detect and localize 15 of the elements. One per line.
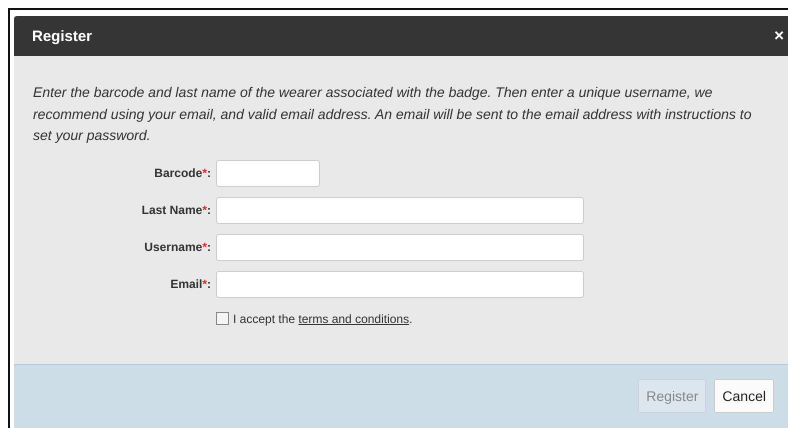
field-label: Barcode*: [153,166,211,180]
terms-link[interactable]: terms and conditions [298,312,410,326]
field-label: Last Name*: [140,203,211,217]
field-label: Email*: [169,277,211,291]
input-field[interactable] [216,160,320,186]
input-field[interactable] [216,234,584,260]
cancel-button[interactable]: Cancel [714,379,774,413]
input-field[interactable] [216,196,584,224]
instructions-text: Enter the barcode and last name of the wearer associated with the badge. Then enter a unique username, we recommend using your email, and valid email address. An email will be sent to the email address with instructions to set your password. [33,83,752,145]
close-button[interactable]: × [774,26,784,46]
input-field[interactable] [216,270,584,298]
field-label: Username*: [143,240,211,254]
checkbox[interactable] [216,312,229,325]
dialog-title: Register [32,28,92,44]
terms-label: I accept the terms and conditions. [233,312,412,326]
